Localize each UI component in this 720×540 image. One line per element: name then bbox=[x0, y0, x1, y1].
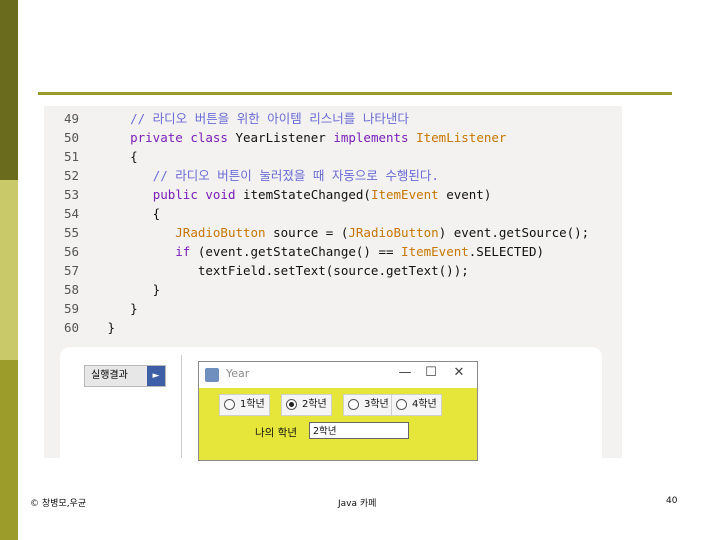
code-listing: 49 // 라디오 버튼을 위한 아이템 리스너를 나타낸다 50 private… bbox=[44, 106, 622, 342]
code-token: JRadioButton bbox=[175, 225, 266, 240]
title-divider-line bbox=[38, 92, 672, 95]
left-accent-bar-bottom bbox=[0, 360, 18, 540]
footer-center: Java 카페 bbox=[338, 499, 377, 509]
code-token: } bbox=[100, 301, 138, 316]
code-token: event) bbox=[438, 187, 492, 202]
code-token: JRadioButton bbox=[348, 225, 439, 240]
window-title: Year bbox=[226, 367, 250, 380]
line-number: 52 bbox=[64, 168, 80, 183]
vertical-divider bbox=[181, 355, 182, 458]
code-text: // 라디오 버튼이 눌러졌을 때 자동으로 수행된다. bbox=[100, 166, 439, 185]
code-token: ItemEvent bbox=[370, 187, 439, 202]
code-token: if bbox=[175, 244, 198, 259]
grade-text-field[interactable]: 2학년 bbox=[309, 422, 409, 439]
code-token: private class bbox=[130, 130, 236, 145]
output-screenshot-panel: 실행결과 ► Year — ☐ ✕ 1학년 2학년 3학년 4학년 나의 학년 … bbox=[44, 342, 622, 461]
code-text: } bbox=[100, 299, 138, 318]
line-number: 50 bbox=[64, 130, 80, 145]
radio-label: 1학년 bbox=[240, 399, 265, 410]
close-icon[interactable]: ✕ bbox=[449, 365, 469, 380]
line-number: 51 bbox=[64, 149, 80, 164]
code-token: ItemListener bbox=[416, 130, 507, 145]
radio-grade-2[interactable]: 2학년 bbox=[281, 394, 332, 416]
code-token: (event.getStateChange() == bbox=[197, 244, 402, 259]
code-token: // 라디오 버튼을 위한 아이템 리스너를 나타낸다 bbox=[130, 111, 409, 126]
line-number: 54 bbox=[64, 206, 80, 221]
window-content: 1학년 2학년 3학년 4학년 나의 학년 2학년 bbox=[199, 388, 477, 460]
run-result-label: 실행결과 ► bbox=[84, 365, 166, 387]
radio-label: 2학년 bbox=[302, 399, 327, 410]
code-token: .SELECTED) bbox=[468, 244, 545, 259]
radio-circle-icon bbox=[396, 399, 407, 410]
radio-grade-1[interactable]: 1학년 bbox=[219, 394, 270, 416]
code-text: textField.setText(source.getText()); bbox=[100, 261, 469, 280]
line-number: 49 bbox=[64, 111, 80, 126]
code-text: } bbox=[100, 280, 161, 299]
radio-label: 3학년 bbox=[364, 399, 389, 410]
code-text: public void itemStateChanged(ItemEvent e… bbox=[100, 185, 492, 204]
code-text: { bbox=[100, 147, 138, 166]
line-number: 56 bbox=[64, 244, 80, 259]
maximize-icon[interactable]: ☐ bbox=[421, 365, 441, 380]
year-window: Year — ☐ ✕ 1학년 2학년 3학년 4학년 나의 학년 2학년 bbox=[198, 361, 478, 461]
code-token: { bbox=[100, 149, 138, 164]
code-text: if (event.getStateChange() == ItemEvent.… bbox=[100, 242, 544, 261]
code-token: implements bbox=[333, 130, 417, 145]
left-accent-bar-top bbox=[0, 0, 18, 180]
grade-label: 나의 학년 bbox=[255, 427, 297, 439]
line-number: 57 bbox=[64, 263, 80, 278]
code-token: source = ( bbox=[265, 225, 349, 240]
code-token: // 라디오 버튼이 눌러졌을 때 자동으로 수행된다. bbox=[152, 168, 439, 183]
code-token: public void bbox=[152, 187, 243, 202]
line-number: 55 bbox=[64, 225, 80, 240]
radio-circle-icon bbox=[348, 399, 359, 410]
line-number: 59 bbox=[64, 301, 80, 316]
play-arrow-icon: ► bbox=[147, 366, 165, 386]
window-titlebar: Year — ☐ ✕ bbox=[199, 362, 477, 388]
page-number: 40 bbox=[666, 496, 678, 506]
code-token: textField.setText(source.getText()); bbox=[100, 263, 469, 278]
code-token: } bbox=[100, 282, 161, 297]
radio-circle-icon bbox=[224, 399, 235, 410]
code-token: YearListener bbox=[235, 130, 334, 145]
code-token: itemStateChanged( bbox=[243, 187, 371, 202]
minimize-icon[interactable]: — bbox=[395, 365, 415, 380]
code-text: // 라디오 버튼을 위한 아이템 리스너를 나타낸다 bbox=[100, 109, 409, 128]
code-text: } bbox=[100, 318, 116, 337]
code-token: } bbox=[100, 320, 116, 335]
code-token: ) event.getSource(); bbox=[438, 225, 590, 240]
left-accent-bar-middle bbox=[0, 180, 18, 360]
run-result-text: 실행결과 bbox=[91, 370, 128, 381]
radio-label: 4학년 bbox=[412, 399, 437, 410]
line-number: 58 bbox=[64, 282, 80, 297]
code-text: private class YearListener implements It… bbox=[100, 128, 506, 147]
code-token: ItemEvent bbox=[401, 244, 469, 259]
line-number: 53 bbox=[64, 187, 80, 202]
footer-copyright: © 창병모,우균 bbox=[30, 499, 87, 509]
java-app-icon bbox=[205, 368, 219, 382]
code-token: { bbox=[100, 206, 161, 221]
radio-selected-icon bbox=[286, 399, 297, 410]
radio-grade-4[interactable]: 4학년 bbox=[391, 394, 442, 416]
radio-grade-3[interactable]: 3학년 bbox=[343, 394, 394, 416]
code-text: { bbox=[100, 204, 161, 223]
code-text: JRadioButton source = (JRadioButton) eve… bbox=[100, 223, 589, 242]
output-area: 실행결과 ► Year — ☐ ✕ 1학년 2학년 3학년 4학년 나의 학년 … bbox=[60, 347, 602, 461]
line-number: 60 bbox=[64, 320, 80, 335]
